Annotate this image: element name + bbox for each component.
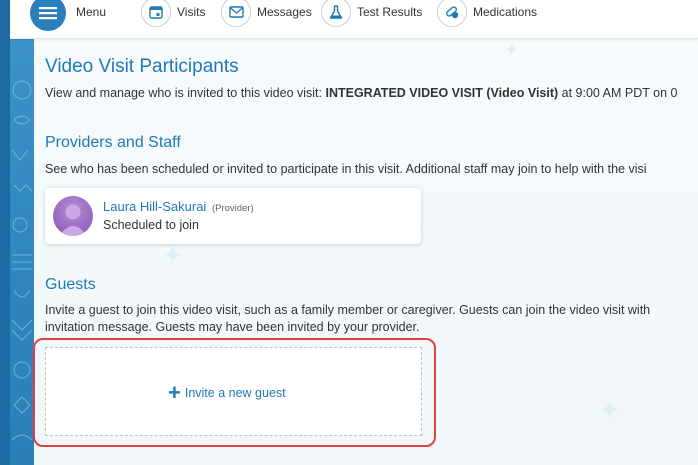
page-title: Video Visit Participants	[45, 56, 239, 77]
window-edge	[0, 0, 10, 465]
intro-prefix: View and manage who is invited to this v…	[45, 86, 326, 100]
nav-label-test-results: Test Results	[357, 5, 423, 19]
nav-item-visits[interactable]: Visits	[141, 0, 205, 34]
participant-role: (Provider)	[211, 203, 254, 214]
decorative-star-icon: ✦	[599, 395, 621, 425]
pills-icon	[437, 0, 467, 27]
guests-description-line2: invitation message. Guests may have been…	[45, 320, 420, 334]
providers-heading: Providers and Staff	[45, 134, 181, 151]
page-intro: View and manage who is invited to this v…	[45, 86, 677, 100]
envelope-icon	[221, 0, 251, 27]
intro-suffix: at 9:00 AM PDT on 0	[558, 86, 678, 100]
participant-name[interactable]: Laura Hill-Sakurai	[103, 199, 206, 214]
intro-visit-name: INTEGRATED VIDEO VISIT (	[325, 86, 491, 100]
person-silhouette-icon	[59, 204, 87, 236]
top-navigation: Menu Visits Messages Test Results Medica…	[10, 0, 698, 39]
invite-guest-button[interactable]: + Invite a new guest	[168, 380, 286, 405]
nav-label-medications: Medications	[473, 5, 538, 19]
nav-item-medications[interactable]: Medications	[437, 0, 537, 34]
providers-description: See who has been scheduled or invited to…	[45, 162, 647, 176]
hamburger-menu-icon	[30, 0, 66, 31]
menu-button[interactable]: Menu	[30, 0, 106, 34]
participant-name-line: Laura Hill-Sakurai (Provider)	[103, 199, 254, 214]
nav-item-messages[interactable]: Messages	[221, 0, 312, 34]
nav-label-messages: Messages	[257, 5, 312, 19]
invite-guest-label: Invite a new guest	[184, 386, 286, 400]
nav-item-test-results[interactable]: Test Results	[321, 0, 422, 34]
flask-icon	[321, 0, 351, 27]
participant-card: Laura Hill-Sakurai (Provider) Scheduled …	[45, 188, 421, 244]
menu-label: Menu	[76, 5, 107, 19]
plus-icon: +	[168, 380, 181, 405]
decorative-star-icon: ✦	[162, 240, 184, 270]
decorative-star-icon: ✦	[504, 40, 520, 60]
nav-label-visits: Visits	[177, 5, 206, 19]
guests-description-line1: Invite a guest to join this video visit,…	[45, 303, 651, 317]
intro-visit-type: Video Visit	[490, 86, 554, 100]
app-window: ✦ ✦ ✦ Menu Visits Messages Test Results …	[0, 0, 698, 465]
avatar	[53, 196, 93, 236]
calendar-icon	[141, 0, 171, 27]
participant-status: Scheduled to join	[103, 218, 199, 232]
guests-heading: Guests	[45, 276, 96, 293]
